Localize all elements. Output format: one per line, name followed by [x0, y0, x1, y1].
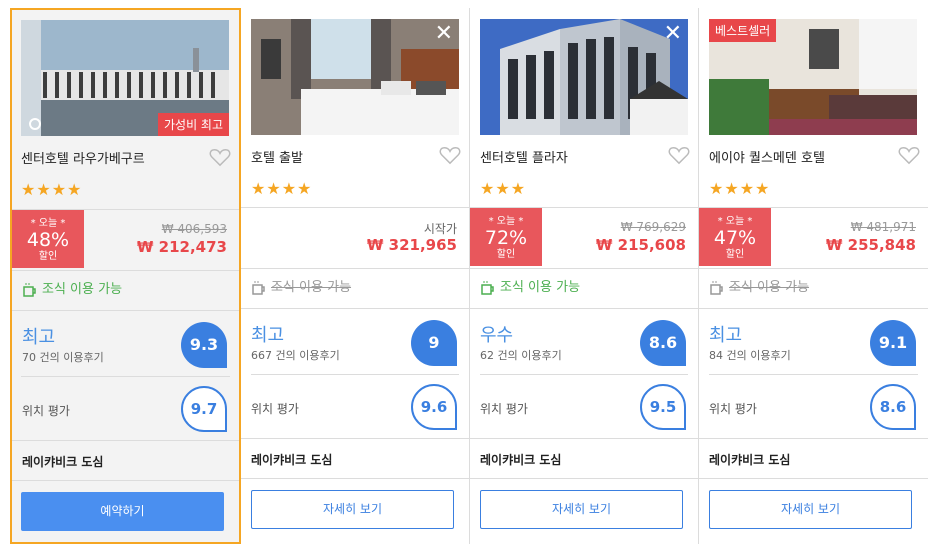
photo-indicator-icon [29, 118, 41, 130]
divider [21, 376, 230, 377]
review-count[interactable]: 62 건의 이용후기 [480, 347, 562, 363]
heart-icon[interactable] [668, 145, 690, 165]
divider [470, 478, 698, 479]
hotel-name[interactable]: 호텔 출발 [251, 147, 303, 166]
divider [699, 478, 928, 479]
original-price: ₩ 406,593 [161, 222, 227, 236]
view-details-button[interactable]: 자세히 보기 [480, 490, 683, 529]
sale-price: ₩ 212,473 [136, 238, 227, 256]
original-price: ₩ 769,629 [620, 220, 686, 234]
breakfast-status: 조식 이용 가능 [480, 276, 580, 296]
location-rating-label: 위치 평가 [480, 402, 528, 416]
hotel-name[interactable]: 에이야 퀄스메덴 호텔 [709, 147, 825, 166]
hotel-comparison-list: 가성비 최고 센터호텔 라우가베구르 ★★★★ * 오늘 * 48% 할인 ₩ … [0, 0, 935, 552]
divider [699, 438, 928, 439]
discount-badge: * 오늘 * 48% 할인 [12, 210, 84, 268]
breakfast-status: 조식 이용 가능 [22, 278, 122, 298]
review-count[interactable]: 84 건의 이용후기 [709, 347, 791, 363]
hotel-card-4[interactable]: 베스트셀러 에이야 퀄스메덴 호텔 ★★★★ * 오늘 * 47% 할인 ₩ 4… [699, 8, 928, 544]
location-rating-label: 위치 평가 [22, 404, 70, 418]
rating-label: 최고 [251, 325, 285, 346]
review-score-badge: 9 [411, 320, 457, 366]
hotel-name[interactable]: 센터호텔 플라자 [480, 147, 568, 166]
heart-icon[interactable] [898, 145, 920, 165]
sale-price: ₩ 255,848 [825, 236, 916, 254]
divider [241, 308, 469, 309]
hotel-name[interactable]: 센터호텔 라우가베구르 [21, 148, 145, 167]
review-score-badge: 8.6 [640, 320, 686, 366]
hotel-card-3[interactable]: ✕ 센터호텔 플라자 ★★★ * 오늘 * 72% 할인 ₩ 769,629 ₩… [470, 8, 699, 544]
divider [480, 374, 688, 375]
rating-label: 우수 [480, 325, 514, 346]
location-score-badge: 8.6 [870, 384, 916, 430]
breakfast-status: 조식 이용 가능 [709, 276, 809, 296]
bestseller-badge: 베스트셀러 [709, 19, 777, 42]
location-rating-label: 위치 평가 [709, 402, 757, 416]
hotel-photo[interactable]: ✕ [251, 19, 459, 135]
breakfast-status: 조식 이용 가능 [251, 276, 351, 296]
hotel-photo[interactable]: 가성비 최고 [21, 20, 229, 136]
location-score-badge: 9.6 [411, 384, 457, 430]
hotel-photo[interactable]: 베스트셀러 [709, 19, 917, 135]
price-from-label: 시작가 [423, 222, 457, 236]
hotel-card-2[interactable]: ✕ 호텔 출발 ★★★★ 시작가 ₩ 321,965 조식 이용 가능 최고 6… [241, 8, 470, 544]
original-price: ₩ 481,971 [850, 220, 916, 234]
divider [470, 308, 698, 309]
price-section: * 오늘 * 72% 할인 ₩ 769,629 ₩ 215,608 [470, 208, 698, 268]
star-rating: ★★★★ [21, 180, 83, 199]
hotel-area: 레이캬비크 도심 [480, 453, 562, 467]
star-rating: ★★★★ [709, 179, 771, 198]
divider [470, 268, 698, 269]
view-details-button[interactable]: 자세히 보기 [709, 490, 912, 529]
rating-label: 최고 [22, 327, 56, 348]
divider [12, 310, 239, 311]
divider [12, 270, 239, 271]
divider [241, 478, 469, 479]
divider [12, 480, 239, 481]
sale-price: ₩ 321,965 [366, 236, 457, 254]
location-score-badge: 9.5 [640, 384, 686, 430]
review-score-badge: 9.3 [181, 322, 227, 368]
hotel-area: 레이캬비크 도심 [22, 455, 104, 469]
divider [709, 374, 918, 375]
coffee-cup-icon [710, 280, 723, 295]
coffee-cup-icon [481, 280, 494, 295]
rating-label: 최고 [709, 325, 743, 346]
divider [699, 268, 928, 269]
review-count[interactable]: 70 건의 이용후기 [22, 349, 104, 365]
close-icon[interactable]: ✕ [664, 23, 682, 45]
book-button[interactable]: 예약하기 [21, 492, 224, 531]
price-section: * 오늘 * 47% 할인 ₩ 481,971 ₩ 255,848 [699, 208, 928, 268]
value-badge: 가성비 최고 [157, 113, 229, 136]
price-section: 시작가 ₩ 321,965 [241, 208, 469, 268]
hotel-area: 레이캬비크 도심 [251, 453, 333, 467]
discount-badge: * 오늘 * 47% 할인 [699, 208, 771, 266]
hotel-area: 레이캬비크 도심 [709, 453, 791, 467]
review-score-badge: 9.1 [870, 320, 916, 366]
divider [241, 438, 469, 439]
divider [699, 308, 928, 309]
sale-price: ₩ 215,608 [595, 236, 686, 254]
heart-icon[interactable] [439, 145, 461, 165]
close-icon[interactable]: ✕ [435, 23, 453, 45]
discount-badge: * 오늘 * 72% 할인 [470, 208, 542, 266]
hotel-photo[interactable]: ✕ [480, 19, 688, 135]
view-details-button[interactable]: 자세히 보기 [251, 490, 454, 529]
divider [470, 438, 698, 439]
location-rating-label: 위치 평가 [251, 402, 299, 416]
divider [251, 374, 459, 375]
coffee-cup-icon [252, 280, 265, 295]
star-rating: ★★★ [480, 179, 527, 198]
location-score-badge: 9.7 [181, 386, 227, 432]
coffee-cup-icon [23, 282, 36, 297]
review-count[interactable]: 667 건의 이용후기 [251, 347, 340, 363]
divider [12, 440, 239, 441]
star-rating: ★★★★ [251, 179, 313, 198]
price-section: * 오늘 * 48% 할인 ₩ 406,593 ₩ 212,473 [12, 210, 239, 270]
hotel-card-1[interactable]: 가성비 최고 센터호텔 라우가베구르 ★★★★ * 오늘 * 48% 할인 ₩ … [10, 8, 241, 544]
divider [241, 268, 469, 269]
heart-icon[interactable] [209, 147, 231, 167]
